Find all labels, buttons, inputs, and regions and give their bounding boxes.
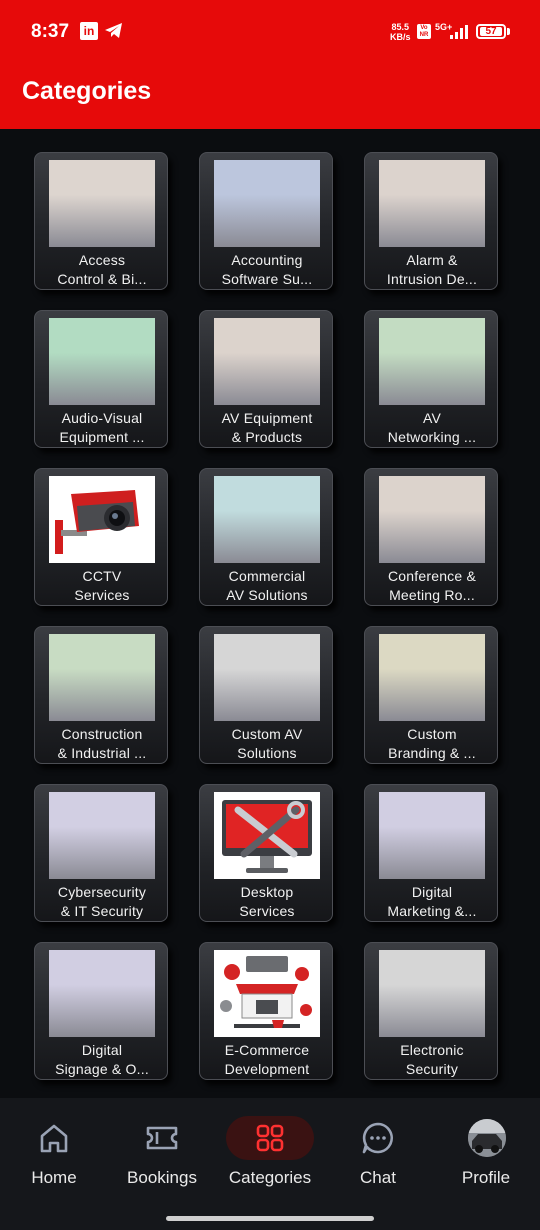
app-bar: Categories — [0, 62, 540, 129]
ticket-icon — [146, 1126, 178, 1150]
category-label: Construction & Industrial ... — [57, 726, 147, 761]
category-image — [49, 634, 155, 721]
category-image — [214, 476, 320, 563]
home-icon — [40, 1124, 68, 1153]
category-label: Audio-Visual Equipment ... — [59, 410, 145, 445]
category-label: Commercial AV Solutions — [226, 568, 308, 603]
category-image — [49, 160, 155, 247]
category-label: Alarm & Intrusion De... — [386, 252, 478, 287]
nav-bookings-label: Bookings — [127, 1168, 197, 1187]
signal-icon — [450, 25, 468, 39]
category-label: Electronic Security — [400, 1042, 464, 1077]
category-grid: Access Control & Bi... Accounting Software … — [34, 152, 504, 1092]
nav-profile-label: Profile — [461, 1168, 511, 1187]
category-card[interactable]: Cybersecurity & IT Security — [34, 784, 168, 922]
category-image — [49, 318, 155, 405]
category-card[interactable]: Audio-Visual Equipment ... — [34, 310, 168, 448]
category-card[interactable]: Custom Branding & ... — [364, 626, 498, 764]
category-card[interactable]: Construction & Industrial ... — [34, 626, 168, 764]
category-image — [49, 792, 155, 879]
nav-home-label: Home — [31, 1168, 77, 1187]
category-image — [49, 476, 155, 563]
category-image — [214, 318, 320, 405]
category-image — [214, 792, 320, 879]
category-image — [379, 476, 485, 563]
category-card[interactable]: Alarm & Intrusion De... — [364, 152, 498, 290]
status-time: 8:37 — [31, 21, 70, 42]
nav-chat-label: Chat — [360, 1168, 396, 1187]
category-label: AV Networking ... — [387, 410, 477, 445]
home-indicator — [166, 1216, 374, 1221]
category-label: Digital Signage & O... — [55, 1042, 149, 1077]
category-image — [379, 634, 485, 721]
category-card[interactable]: Access Control & Bi... — [34, 152, 168, 290]
nav-home[interactable]: Home — [0, 1098, 108, 1198]
nav-categories-label: Categories — [228, 1168, 312, 1187]
category-label: Access Control & Bi... — [57, 252, 147, 287]
category-label: Accounting Software Su... — [221, 252, 313, 287]
linkedin-icon: in — [80, 22, 98, 40]
category-card[interactable]: Conference & Meeting Ro... — [364, 468, 498, 606]
category-card[interactable]: E-Commerce Development — [199, 942, 333, 1080]
category-label: Custom AV Solutions — [231, 726, 303, 761]
chat-icon — [362, 1122, 394, 1154]
page-title: Categories — [22, 77, 152, 105]
category-label: Custom Branding & ... — [388, 726, 476, 761]
category-label: Digital Marketing &... — [387, 884, 477, 919]
category-label: Cybersecurity & IT Security — [57, 884, 147, 919]
category-label: E-Commerce Development — [224, 1042, 310, 1077]
category-card[interactable]: AV Equipment & Products — [199, 310, 333, 448]
grid-icon — [256, 1124, 284, 1152]
category-image — [379, 950, 485, 1037]
category-image — [49, 950, 155, 1037]
status-bar: 8:37 in 85.5 KB/s Vo NR 5G+ 57 — [0, 0, 540, 62]
category-card[interactable]: Commercial AV Solutions — [199, 468, 333, 606]
category-card[interactable]: Electronic Security — [364, 942, 498, 1080]
category-image — [214, 950, 320, 1037]
category-image — [379, 160, 485, 247]
category-image — [379, 318, 485, 405]
nav-bookings[interactable]: Bookings — [108, 1098, 216, 1198]
category-label: Desktop Services — [239, 884, 295, 919]
bottom-nav: Home Bookings Categories Chat Profile — [0, 1098, 540, 1230]
category-card[interactable]: Digital Marketing &... — [364, 784, 498, 922]
nav-profile[interactable]: Profile — [432, 1098, 540, 1198]
category-label: CCTV Services — [74, 568, 130, 603]
category-image — [214, 160, 320, 247]
nav-categories[interactable]: Categories — [216, 1098, 324, 1198]
category-card[interactable]: AV Networking ... — [364, 310, 498, 448]
category-card[interactable]: Accounting Software Su... — [199, 152, 333, 290]
category-card[interactable]: Desktop Services — [199, 784, 333, 922]
category-label: AV Equipment & Products — [221, 410, 313, 445]
network-speed: 85.5 KB/s — [390, 22, 411, 42]
battery-icon: 57 — [476, 24, 506, 39]
category-card[interactable]: CCTV Services — [34, 468, 168, 606]
avatar — [468, 1119, 506, 1157]
nav-chat[interactable]: Chat — [324, 1098, 432, 1198]
volte-icon: Vo NR — [417, 24, 431, 39]
category-card[interactable]: Digital Signage & O... — [34, 942, 168, 1080]
category-image — [214, 634, 320, 721]
telegram-icon — [105, 23, 122, 38]
category-label: Conference & Meeting Ro... — [387, 568, 476, 603]
category-card[interactable]: Custom AV Solutions — [199, 626, 333, 764]
category-image — [379, 792, 485, 879]
